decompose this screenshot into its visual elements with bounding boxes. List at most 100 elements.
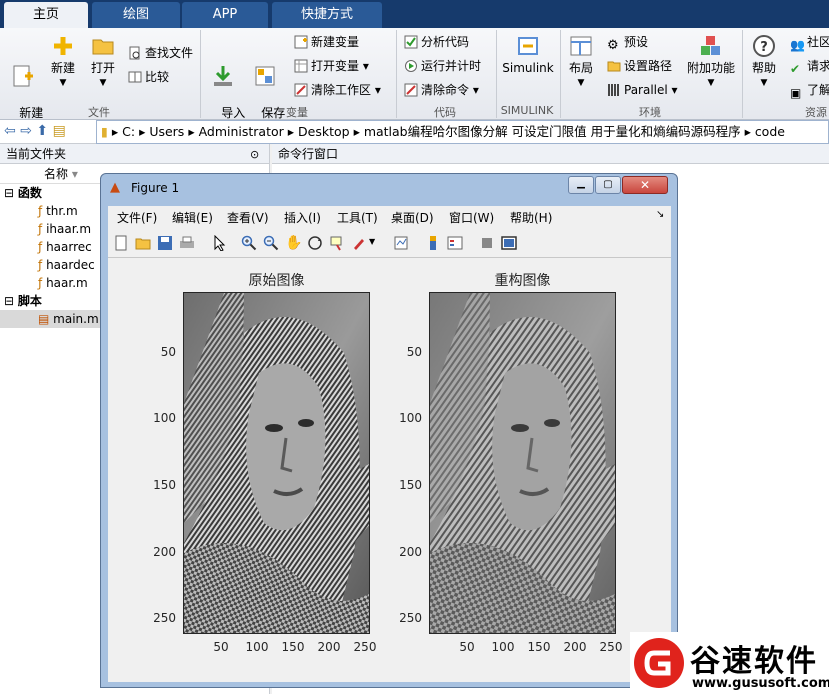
help-icon: ? [753,35,775,57]
tab-shortcuts[interactable]: 快捷方式 [272,2,382,28]
open-button[interactable]: 打开 ▼ [86,34,120,91]
m-file-icon: ƒ [38,276,43,290]
new-button[interactable]: 新建 ▼ [46,34,80,91]
forward-arrow-icon[interactable]: ⇨ [20,123,32,139]
help-button[interactable]: ? 帮助 ▼ [748,34,780,91]
breadcrumb-segment[interactable]: code [755,124,785,139]
clear-workspace-button[interactable]: 清除工作区 ▾ [294,82,381,98]
breadcrumb[interactable]: ▮ ▸ C: ▸ Users ▸ Administrator ▸ Desktop… [96,120,829,144]
minimize-button[interactable]: ▁ [568,176,594,194]
open-file-icon[interactable] [135,235,151,251]
breadcrumb-segment[interactable]: Administrator [199,124,284,139]
show-tools-icon[interactable] [501,235,517,251]
learn-label: 了解 [807,83,829,97]
brush-dropdown-icon[interactable]: ▼ [369,237,375,246]
new-variable-button[interactable]: 新建变量 [294,34,359,50]
brush-icon[interactable] [351,235,367,251]
addons-icon [701,36,720,55]
breadcrumb-segment[interactable]: Desktop [298,124,350,139]
colorbar-icon[interactable] [425,235,441,251]
layout-button[interactable]: 布局 ▼ [564,34,598,91]
menu-help[interactable]: 帮助(H) [510,209,552,226]
learn-button[interactable]: ▣ 了解 [790,82,829,100]
reconstructed-image-plot[interactable] [429,292,616,634]
menu-tools[interactable]: 工具(T) [337,209,378,226]
menu-insert[interactable]: 插入(I) [284,209,321,226]
x-tick-label: 100 [245,640,269,654]
menu-file[interactable]: 文件(F) [117,209,157,226]
figure-menubar: 文件(F) 编辑(E) 查看(V) 插入(I) 工具(T) 桌面(D) 窗口(W… [108,206,671,228]
tab-home[interactable]: 主页 [4,2,88,28]
close-icon: ✕ [639,178,651,192]
new-variable-icon [294,35,308,49]
figure-canvas[interactable]: 原始图像 50 100 150 200 250 50 100 150 200 2… [108,258,671,682]
original-image-plot[interactable] [183,292,370,634]
clear-workspace-label: 清除工作区 [311,83,372,97]
file-name: thr.m [46,204,78,218]
m-file-icon: ƒ [38,204,43,218]
collapse-icon[interactable]: ⊟ [4,294,18,308]
file-name: main.m [53,312,99,326]
open-label: 打开 [90,61,115,75]
x-tick-label: 150 [281,640,305,654]
up-folder-icon[interactable]: ⬆ [36,123,48,139]
gear-icon: ⚙ [607,38,619,53]
close-button[interactable]: ✕ [622,176,668,194]
addons-button[interactable]: 附加功能 ▼ [686,34,736,91]
maximize-button[interactable]: ▢ [595,176,621,194]
watermark-logo: 谷速软件 www.gususoft.com [630,632,829,694]
layout-label: 布局 [568,61,593,75]
figure-toolbar: ✋ ▼ [108,228,671,258]
panel-menu-icon[interactable]: ⊙ [250,145,259,165]
collapse-icon[interactable]: ⊟ [4,186,18,200]
tab-plots[interactable]: 绘图 [92,2,180,28]
browse-folder-icon[interactable]: ▤ [53,123,66,139]
pan-hand-icon[interactable]: ✋ [285,235,302,251]
set-path-button[interactable]: 设置路径 [607,58,672,74]
legend-icon[interactable] [447,235,463,251]
menu-desktop[interactable]: 桌面(D) [391,209,434,226]
y-tick-label: 250 [399,611,422,625]
parallel-button[interactable]: Parallel ▾ [607,82,678,98]
new-variable-label: 新建变量 [311,35,360,49]
x-tick-label: 200 [317,640,341,654]
group-label: 脚本 [17,294,42,308]
breadcrumb-segment[interactable]: matlab编程哈尔图像分解 可设定门限值 用于量化和熵编码源码程序 [364,124,741,139]
preferences-button[interactable]: ⚙ 预设 [607,34,648,53]
brand-name: 谷速软件 [690,644,818,679]
save-icon[interactable] [157,235,173,251]
hide-tools-icon[interactable] [479,235,495,251]
rotate-3d-icon[interactable] [307,235,323,251]
simulink-button[interactable]: Simulink [502,34,554,76]
back-arrow-icon[interactable]: ⇦ [4,123,16,139]
clear-commands-label: 清除命令 [421,83,470,97]
menu-view[interactable]: 查看(V) [227,209,269,226]
group-label-variable: 变量 [286,106,308,119]
tab-apps[interactable]: APP [182,2,268,28]
community-label: 社区 [807,35,829,49]
analyze-code-button[interactable]: 分析代码 [404,34,469,50]
menu-edit[interactable]: 编辑(E) [172,209,213,226]
open-variable-button[interactable]: 打开变量 ▾ [294,58,369,74]
print-icon[interactable] [179,235,195,251]
clear-commands-button[interactable]: 清除命令 ▾ [404,82,479,98]
breadcrumb-segment[interactable]: C: [122,124,135,139]
find-files-label: 查找文件 [145,46,194,60]
zoom-in-icon[interactable] [241,235,257,251]
plus-icon [54,37,72,55]
figure-titlebar[interactable]: ▲ Figure 1 ▁ ▢ ✕ [101,174,677,204]
request-support-button[interactable]: ✔ 请求 [790,58,829,76]
figure-window[interactable]: ▲ Figure 1 ▁ ▢ ✕ 文件(F) 编辑(E) 查看(V) 插入(I)… [100,173,678,688]
zoom-out-icon[interactable] [263,235,279,251]
link-plot-icon[interactable] [393,235,409,251]
compare-button[interactable]: 比较 [128,69,169,85]
pointer-icon[interactable] [211,235,227,251]
data-cursor-icon[interactable] [329,235,345,251]
menu-window[interactable]: 窗口(W) [449,209,494,226]
breadcrumb-segment[interactable]: Users [149,124,184,139]
community-button[interactable]: 👥 社区 [790,34,829,52]
dock-arrow-icon[interactable]: ↘ [656,209,664,220]
new-figure-icon[interactable] [113,235,129,251]
find-files-button[interactable]: 查找文件 [128,45,193,61]
run-and-time-button[interactable]: 运行并计时 [404,58,481,74]
